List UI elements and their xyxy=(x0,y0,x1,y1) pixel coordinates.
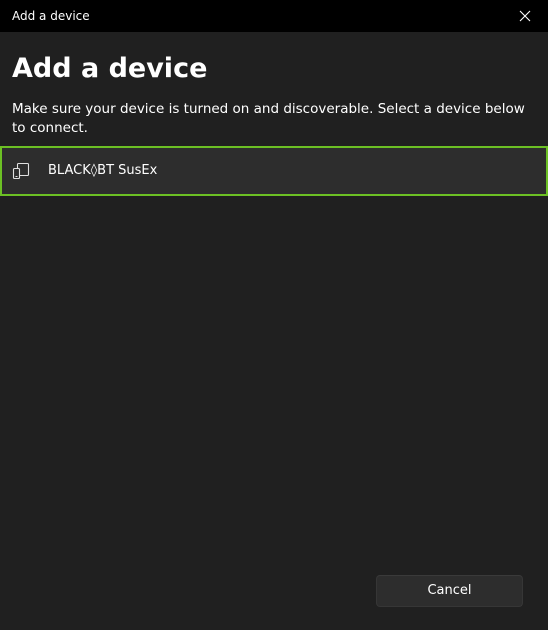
title-bar: Add a device xyxy=(0,0,548,32)
page-title: Add a device xyxy=(12,53,208,84)
add-device-dialog: Add a device Add a device Make sure your… xyxy=(0,0,548,630)
close-icon xyxy=(519,10,531,22)
instruction-text: Make sure your device is turned on and d… xyxy=(12,101,525,136)
device-name: BLACK◊BT SusEx xyxy=(48,163,158,178)
device-list-item[interactable]: BLACK◊BT SusEx xyxy=(0,146,548,196)
phone-screen-device-icon xyxy=(12,162,30,180)
device-list: BLACK◊BT SusEx xyxy=(0,146,548,196)
cancel-button[interactable]: Cancel xyxy=(376,575,523,607)
close-button[interactable] xyxy=(502,0,548,32)
window-title: Add a device xyxy=(12,9,90,23)
